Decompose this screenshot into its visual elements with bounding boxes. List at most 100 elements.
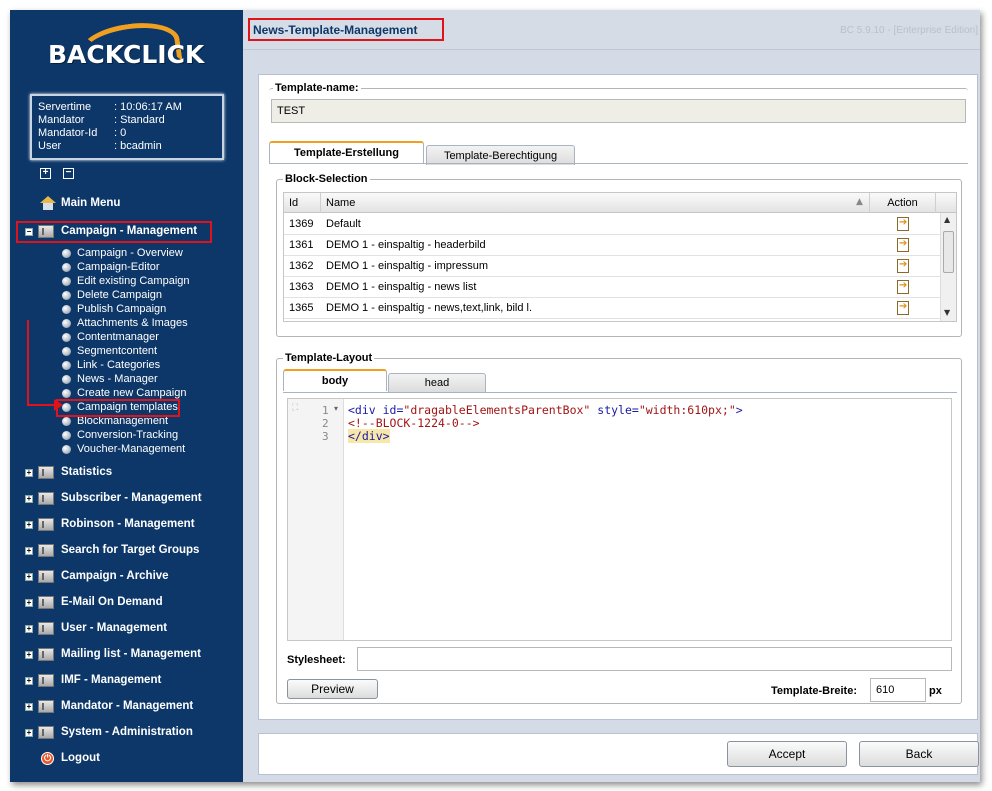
tab-body[interactable]: body (283, 369, 387, 391)
expand-icon[interactable]: + (25, 729, 33, 737)
submenu-label: Create new Campaign (77, 387, 187, 399)
folder-icon (38, 544, 54, 557)
nav-label: Subscriber - Management (61, 492, 202, 504)
nav-campaign-archive[interactable]: + Campaign - Archive (10, 566, 243, 588)
bullet-icon (62, 332, 71, 342)
info-key: Mandator (38, 114, 85, 126)
nav-search-target-groups[interactable]: + Search for Target Groups (10, 540, 243, 562)
fold-arrow-icon[interactable]: ▾ (334, 404, 338, 413)
tab-template-berechtigung[interactable]: Template-Berechtigung (426, 145, 575, 165)
submenu-item[interactable]: Edit existing Campaign (62, 274, 242, 288)
nav-imf-management[interactable]: + IMF - Management (10, 670, 243, 692)
back-button[interactable]: Back (859, 741, 979, 767)
bullet-icon (62, 248, 71, 258)
nav-label: E-Mail On Demand (61, 596, 163, 608)
cell-id: 1365 (289, 302, 314, 314)
expand-icon[interactable]: + (25, 625, 33, 633)
submenu-item[interactable]: Conversion-Tracking (62, 428, 242, 442)
submenu-label: Voucher-Management (77, 443, 186, 455)
submenu-label: Campaign-Editor (77, 261, 160, 273)
template-name-input[interactable]: TEST (271, 99, 966, 123)
scroll-thumb[interactable] (943, 231, 954, 273)
highlight-box-campaign-management (16, 221, 212, 243)
nav-subscriber-management[interactable]: + Subscriber - Management (10, 488, 243, 510)
submenu-item[interactable]: Campaign - Overview (62, 246, 242, 260)
fullscreen-icon[interactable]: ⛶ (292, 403, 298, 413)
expand-icon[interactable]: + (25, 521, 33, 529)
template-name-fieldset: Template-name: TEST (269, 82, 968, 128)
insert-block-icon[interactable] (897, 280, 909, 294)
nav-mandator-management[interactable]: + Mandator - Management (10, 696, 243, 718)
table-row[interactable]: 1365 DEMO 1 - einspaltig - news,text,lin… (284, 298, 956, 319)
code-editor[interactable]: ⛶ 1 ▾ 2 3 <div id="dragableElementsParen… (287, 398, 952, 641)
folder-icon (38, 466, 54, 479)
template-width-input[interactable]: 610 (870, 678, 926, 702)
table-row[interactable]: 1369 Default (284, 214, 956, 235)
insert-block-icon[interactable] (897, 217, 909, 231)
column-header-name[interactable]: Name (321, 193, 870, 213)
expand-icon[interactable]: + (25, 677, 33, 685)
submenu-item[interactable]: News - Manager (62, 372, 242, 386)
stylesheet-input[interactable] (357, 647, 952, 671)
submenu-item[interactable]: Delete Campaign (62, 288, 242, 302)
grid-scrollbar[interactable]: ▲ ▼ (940, 213, 956, 321)
annotation-arrow-head-icon (54, 399, 63, 411)
submenu-item[interactable]: Campaign-Editor (62, 260, 242, 274)
code-token: id= (382, 403, 404, 417)
submenu-item[interactable]: Voucher-Management (62, 442, 242, 456)
column-header-id[interactable]: Id (284, 193, 321, 213)
bullet-icon (62, 318, 71, 328)
logo-text: BACKCLICK (48, 40, 205, 69)
tab-template-erstellung[interactable]: Template-Erstellung (269, 141, 424, 163)
insert-block-icon[interactable] (897, 259, 909, 273)
submenu-item[interactable]: Link - Categories (62, 358, 242, 372)
nav-robinson-management[interactable]: + Robinson - Management (10, 514, 243, 536)
nav-label: User - Management (61, 622, 168, 634)
accept-button[interactable]: Accept (727, 741, 847, 767)
table-row[interactable]: 1363 DEMO 1 - einspaltig - news list (284, 277, 956, 298)
submenu-item[interactable]: Publish Campaign (62, 302, 242, 316)
table-row[interactable]: 1362 DEMO 1 - einspaltig - impressum (284, 256, 956, 277)
code-token: <!--BLOCK-1224-0--> (348, 416, 480, 430)
table-row[interactable]: 1361 DEMO 1 - einspaltig - headerbild (284, 235, 956, 256)
nav-user-management[interactable]: + User - Management (10, 618, 243, 640)
scroll-down-icon[interactable]: ▼ (944, 308, 950, 317)
insert-block-icon[interactable] (897, 301, 909, 315)
bullet-icon (62, 290, 71, 300)
info-row: Servertime: 10:06:17 AM (38, 101, 222, 114)
info-row: Mandator: Standard (38, 114, 222, 127)
preview-button[interactable]: Preview (287, 679, 378, 699)
nav-system-administration[interactable]: + System - Administration (10, 722, 243, 744)
folder-icon (38, 518, 54, 531)
scroll-up-icon[interactable]: ▲ (944, 215, 950, 224)
expand-all-button[interactable]: + (40, 168, 51, 179)
nav-email-on-demand[interactable]: + E-Mail On Demand (10, 592, 243, 614)
expand-icon[interactable]: + (25, 651, 33, 659)
nav-label: System - Administration (61, 726, 193, 738)
column-header-action[interactable]: Action (870, 193, 936, 213)
expand-icon[interactable]: + (25, 469, 33, 477)
submenu-item[interactable]: Contentmanager (62, 330, 242, 344)
cell-id: 1363 (289, 281, 314, 293)
submenu-item[interactable]: Segmentcontent (62, 344, 242, 358)
nav-statistics[interactable]: + Statistics (10, 462, 243, 484)
tab-head[interactable]: head (388, 373, 486, 392)
nav-main-menu[interactable]: Main Menu (10, 193, 243, 215)
expand-icon[interactable]: + (25, 547, 33, 555)
nav-logout[interactable]: ⏻ Logout (10, 748, 243, 770)
template-layout-fieldset: Template-Layout body head ⛶ 1 ▾ 2 3 <div… (276, 352, 962, 704)
collapse-all-button[interactable]: − (63, 168, 74, 179)
expand-icon[interactable]: + (25, 495, 33, 503)
annotation-arrow-line (27, 320, 29, 405)
expand-icon[interactable]: + (25, 573, 33, 581)
nav-mailing-list-management[interactable]: + Mailing list - Management (10, 644, 243, 666)
submenu-item[interactable]: Create new Campaign (62, 386, 242, 400)
submenu-label: News - Manager (77, 373, 158, 385)
sort-icon[interactable]: ▲ (856, 197, 863, 207)
submenu-item[interactable]: Attachments & Images (62, 316, 242, 330)
expand-icon[interactable]: + (25, 599, 33, 607)
folder-icon (38, 700, 54, 713)
expand-icon[interactable]: + (25, 703, 33, 711)
code-line-2: <!--BLOCK-1224-0--> (348, 416, 480, 430)
insert-block-icon[interactable] (897, 238, 909, 252)
